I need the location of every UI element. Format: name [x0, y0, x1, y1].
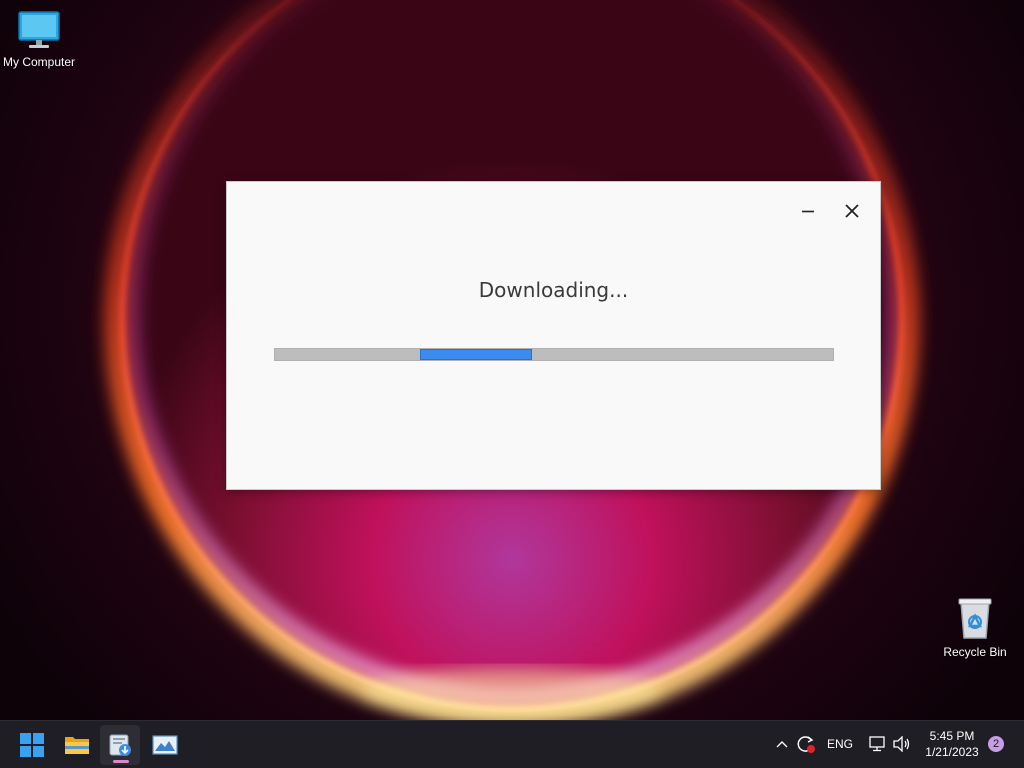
- monitor-icon: [18, 11, 60, 48]
- volume-button[interactable]: [891, 724, 913, 764]
- installer-icon: [109, 734, 131, 756]
- network-icon: [869, 736, 885, 752]
- desktop-icon-label: My Computer: [2, 55, 76, 69]
- chevron-up-icon: [776, 741, 788, 748]
- update-status-button[interactable]: [794, 724, 818, 764]
- desktop-icon-label: Recycle Bin: [943, 645, 1007, 659]
- notification-badge[interactable]: 2: [988, 736, 1004, 752]
- minimize-icon: [802, 210, 814, 213]
- folder-icon: [65, 737, 89, 754]
- taskbar-installer-app[interactable]: [100, 725, 140, 765]
- clock[interactable]: 5:45 PM 1/21/2023: [918, 728, 986, 760]
- desktop-icon-recycle-bin[interactable]: Recycle Bin: [933, 596, 1017, 659]
- taskbar-file-explorer[interactable]: [57, 725, 97, 765]
- progress-fill: [420, 349, 532, 360]
- desktop: My Computer Recycle Bin Downloading... E…: [0, 0, 1024, 768]
- clock-date: 1/21/2023: [925, 745, 979, 759]
- windows-logo-icon: [20, 733, 44, 757]
- image-viewer-icon: [152, 735, 178, 755]
- taskbar-image-viewer[interactable]: [145, 725, 185, 765]
- download-dialog: Downloading...: [226, 181, 881, 490]
- network-button[interactable]: [866, 724, 888, 764]
- language-indicator[interactable]: ENG: [824, 724, 856, 764]
- clock-time: 5:45 PM: [929, 729, 975, 743]
- minimize-button[interactable]: [793, 196, 823, 226]
- start-button[interactable]: [12, 725, 52, 765]
- close-button[interactable]: [837, 196, 867, 226]
- progress-bar: [274, 348, 834, 361]
- volume-icon: [893, 736, 910, 752]
- active-app-indicator: [113, 760, 129, 763]
- close-icon: [845, 204, 859, 218]
- desktop-icon-my-computer[interactable]: My Computer: [0, 10, 81, 69]
- recycle-bin-icon: [958, 598, 992, 639]
- show-hidden-icons-button[interactable]: [772, 724, 792, 764]
- update-icon: [797, 736, 815, 753]
- dialog-title: Downloading...: [478, 278, 629, 302]
